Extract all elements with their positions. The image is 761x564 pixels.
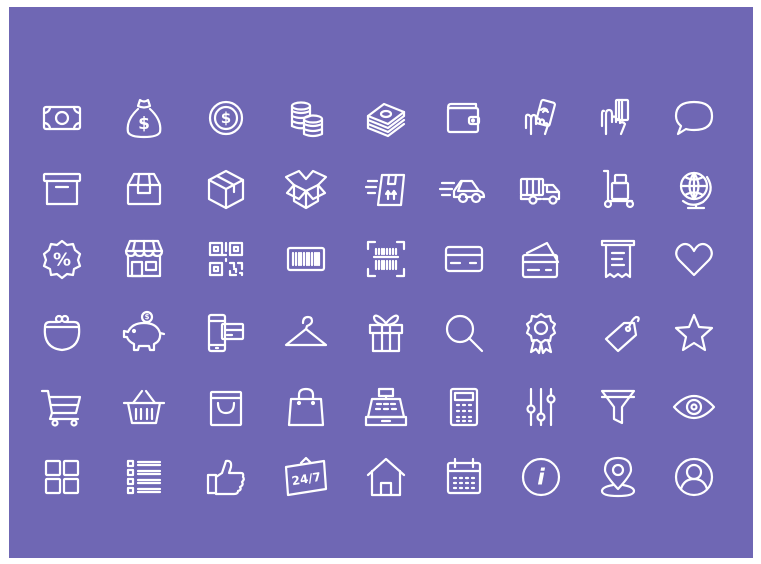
- storefront-icon: [124, 239, 164, 278]
- user-profile-icon: [674, 457, 714, 497]
- eye-icon: [672, 394, 716, 420]
- svg-text:%: %: [53, 250, 71, 271]
- open-box-icon: [284, 169, 328, 210]
- barcode-scan-icon: [366, 240, 406, 278]
- gift-icon: [368, 314, 404, 353]
- open-24-7-sign-icon: 24/7: [284, 456, 328, 497]
- svg-text:24/7: 24/7: [291, 470, 322, 488]
- delivery-car-icon: [438, 179, 486, 204]
- cash-stack-icon: [366, 102, 406, 138]
- qr-code-icon: [208, 241, 244, 277]
- list-view-icon: [126, 459, 162, 495]
- receipt-icon: [600, 239, 636, 279]
- icon-grid: $ $ % $ 24/7 i: [40, 98, 716, 498]
- filter-funnel-icon: [600, 389, 636, 425]
- globe-icon: [679, 171, 712, 210]
- hand-truck-icon: [602, 169, 635, 209]
- svg-text:i: i: [537, 466, 545, 491]
- speech-bubble-icon: [674, 100, 714, 136]
- money-bag-icon: $: [126, 98, 162, 139]
- hand-card-icon: [600, 98, 630, 136]
- coin-icon: $: [208, 100, 244, 136]
- barcode-icon: [286, 246, 326, 272]
- cube-box-icon: [207, 169, 245, 210]
- discount-badge-icon: %: [42, 239, 82, 280]
- coin-purse-icon: [43, 314, 81, 352]
- info-icon: i: [521, 457, 561, 497]
- coin-stacks-icon: [290, 101, 324, 138]
- cash-register-icon: [364, 387, 408, 427]
- calendar-icon: [446, 457, 482, 495]
- cards-icon: [521, 241, 560, 279]
- piggy-bank-icon: $: [122, 310, 166, 352]
- svg-text:$: $: [138, 114, 150, 134]
- location-pin-icon: [600, 456, 636, 498]
- grid-view-icon: [44, 459, 80, 495]
- star-icon: [674, 313, 714, 352]
- delivery-truck-icon: [519, 177, 561, 205]
- sliders-icon: [526, 387, 556, 427]
- svg-text:$: $: [145, 313, 150, 321]
- package-icon: [126, 172, 162, 206]
- hand-payment-icon: [524, 98, 556, 136]
- svg-text:$: $: [221, 109, 231, 127]
- magnifier-icon: [445, 314, 484, 353]
- award-ribbon-icon: [525, 312, 557, 355]
- credit-card-icon: [444, 245, 484, 273]
- shopping-basket-icon: [122, 389, 166, 425]
- calculator-icon: [449, 387, 479, 427]
- home-icon: [366, 457, 406, 497]
- hanger-icon: [284, 315, 328, 347]
- shopping-cart-icon: [40, 389, 82, 427]
- thumbs-up-icon: [206, 459, 245, 496]
- archive-box-icon: [42, 172, 82, 206]
- banknote-icon: [42, 105, 82, 131]
- heart-icon: [675, 242, 713, 277]
- shopping-bag-icon: [209, 390, 243, 427]
- fast-delivery-box-icon: [364, 173, 406, 207]
- wallet-icon: [446, 102, 481, 134]
- price-tag-icon: [604, 315, 640, 353]
- tote-bag-icon: [287, 387, 325, 427]
- mobile-payment-icon: [207, 313, 245, 353]
